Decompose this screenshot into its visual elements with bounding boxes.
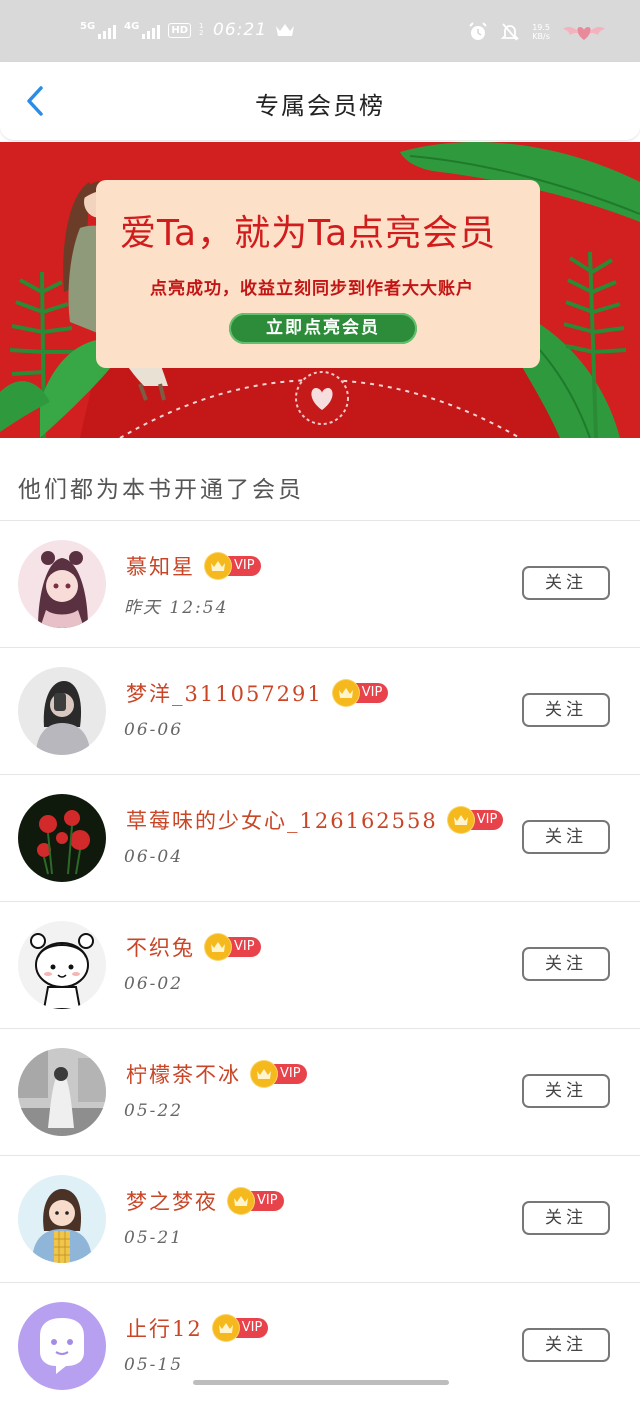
avatar[interactable] — [18, 667, 106, 755]
banner-headline: 爱Ta，就为Ta点亮会员 — [120, 213, 497, 254]
crown-status-icon — [276, 24, 295, 36]
member-name: 草莓味的少女心_126162558 — [126, 809, 438, 833]
hd-voice-icon: HD — [168, 22, 192, 38]
avatar[interactable] — [18, 540, 106, 628]
signal-5g-icon: 5G — [80, 21, 117, 39]
member-name: 不织兔 — [126, 936, 195, 960]
name-line: 草莓味的少女心_126162558 VIP — [126, 805, 504, 835]
light-up-vip-button[interactable]: 立即点亮会员 — [229, 313, 417, 344]
vip-badge: VIP — [205, 934, 261, 960]
winged-heart-icon — [563, 26, 605, 40]
avatar[interactable] — [18, 921, 106, 1009]
alarm-icon — [469, 22, 487, 40]
member-row[interactable]: 梦洋_311057291 VIP 06-06 关注 — [0, 647, 640, 774]
net-speed-value: 19.5 — [532, 23, 550, 32]
nav-bar: 专属会员榜 — [0, 62, 640, 140]
member-name: 止行12 — [126, 1317, 203, 1341]
member-date: 06-02 — [124, 974, 184, 994]
crown-icon — [332, 680, 359, 706]
member-row[interactable]: 慕知星 VIP 昨天 12:54 关注 — [0, 520, 640, 647]
crown-icon — [251, 1061, 277, 1087]
member-name: 慕知星 — [126, 555, 195, 579]
member-name: 梦之梦夜 — [126, 1190, 218, 1214]
vip-badge: VIP — [251, 1061, 307, 1087]
vip-badge: VIP — [228, 1188, 284, 1214]
member-list: 慕知星 VIP 昨天 12:54 关注 梦洋_311057291 VIP 06-… — [0, 520, 640, 1409]
signal-4g-icon: 4G — [124, 21, 161, 39]
bell-off-icon — [501, 23, 520, 41]
follow-button[interactable]: 关注 — [522, 1328, 610, 1362]
vip-badge: VIP — [332, 680, 389, 706]
sim1-label: 5G — [80, 21, 96, 32]
member-name: 柠檬茶不冰 — [126, 1063, 241, 1087]
promo-banner[interactable]: 爱Ta，就为Ta点亮会员 点亮成功，收益立刻同步到作者大大账户 立即点亮会员 — [0, 142, 640, 438]
status-right: 19.5 KB/s — [468, 22, 606, 42]
follow-button[interactable]: 关注 — [522, 1201, 610, 1235]
crown-icon — [205, 934, 231, 960]
section-title: 他们都为本书开通了会员 — [18, 477, 304, 503]
crown-icon — [228, 1188, 254, 1214]
vip-badge: VIP — [447, 807, 504, 833]
follow-button[interactable]: 关注 — [522, 947, 610, 981]
follow-button[interactable]: 关注 — [522, 1074, 610, 1108]
page-title: 专属会员榜 — [255, 92, 385, 120]
member-date: 05-15 — [124, 1355, 184, 1375]
status-bar: 5G 4G HD 1 2 06:21 19.5 KB/s — [0, 0, 640, 62]
follow-button[interactable]: 关注 — [522, 566, 610, 600]
crown-icon — [205, 553, 231, 579]
crown-icon — [447, 807, 474, 833]
member-row[interactable]: 柠檬茶不冰 VIP 05-22 关注 — [0, 1028, 640, 1155]
vip-badge: VIP — [205, 553, 261, 579]
member-name: 梦洋_311057291 — [126, 682, 323, 706]
status-left: 5G 4G HD 1 2 06:21 — [80, 20, 295, 40]
name-line: 梦之梦夜 VIP — [126, 1186, 284, 1216]
name-line: 慕知星 VIP — [126, 551, 261, 581]
avatar[interactable] — [18, 1175, 106, 1263]
name-line: 柠檬茶不冰 VIP — [126, 1059, 307, 1089]
net-speed-unit: KB/s — [532, 32, 550, 41]
member-row[interactable]: 止行12 VIP 05-15 关注 — [0, 1282, 640, 1409]
member-date: 05-21 — [124, 1228, 184, 1248]
member-row[interactable]: 草莓味的少女心_126162558 VIP 06-04 关注 — [0, 774, 640, 901]
avatar[interactable] — [18, 794, 106, 882]
banner-subtitle: 点亮成功，收益立刻同步到作者大大账户 — [150, 279, 474, 299]
vip-badge: VIP — [212, 1315, 269, 1341]
hd-sub-label: 1 2 — [199, 22, 204, 37]
name-line: 止行12 VIP — [126, 1313, 269, 1343]
member-date: 昨天 12:54 — [124, 598, 229, 618]
avatar[interactable] — [18, 1302, 106, 1390]
member-date: 06-04 — [124, 847, 184, 867]
follow-button[interactable]: 关注 — [522, 820, 610, 854]
follow-button[interactable]: 关注 — [522, 693, 610, 727]
status-time: 06:21 — [213, 20, 268, 40]
member-date: 06-06 — [124, 720, 184, 740]
home-indicator[interactable] — [193, 1380, 449, 1385]
avatar[interactable] — [18, 1048, 106, 1136]
member-row[interactable]: 不织兔 VIP 06-02 关注 — [0, 901, 640, 1028]
name-line: 不织兔 VIP — [126, 932, 261, 962]
name-line: 梦洋_311057291 VIP — [126, 678, 389, 708]
crown-icon — [212, 1315, 239, 1341]
net-speed: 19.5 KB/s — [532, 23, 550, 41]
sim2-label: 4G — [124, 21, 140, 32]
member-date: 05-22 — [124, 1101, 184, 1121]
member-row[interactable]: 梦之梦夜 VIP 05-21 关注 — [0, 1155, 640, 1282]
